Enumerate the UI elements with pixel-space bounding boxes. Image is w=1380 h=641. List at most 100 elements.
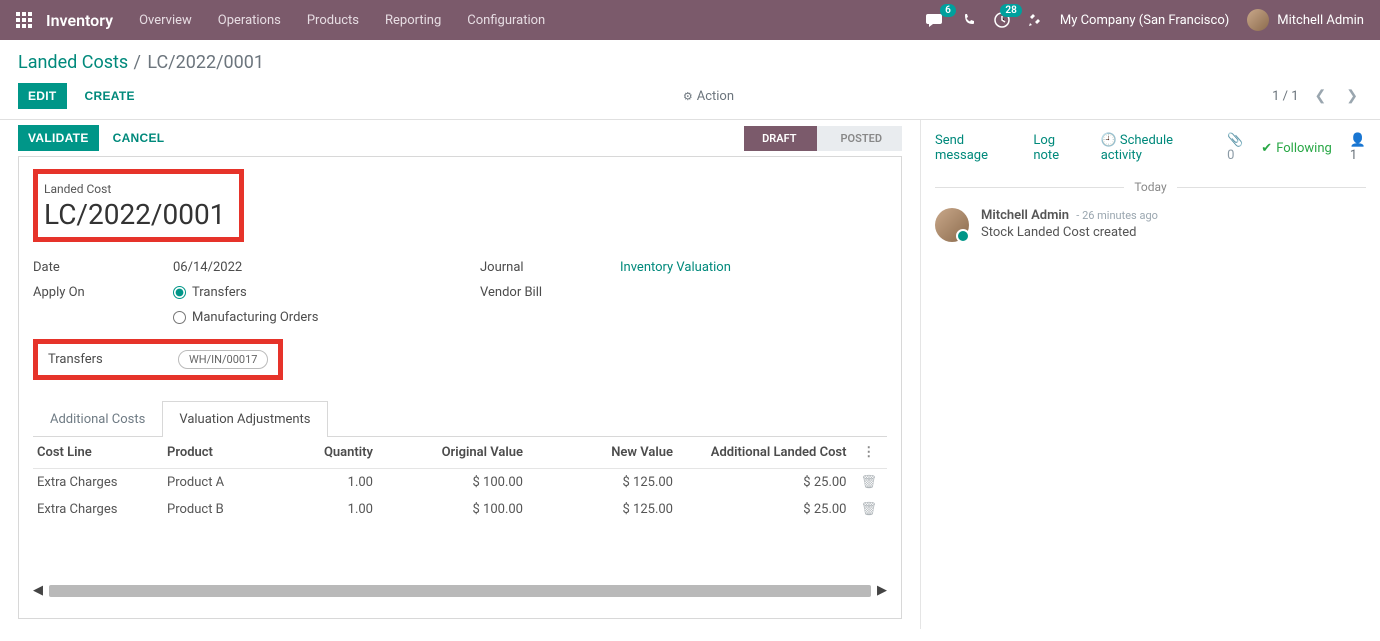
activities-badge: 28 — [1000, 4, 1021, 17]
nav-menu: Overview Operations Products Reporting C… — [139, 13, 926, 28]
th-new-value[interactable]: New Value — [533, 437, 683, 469]
th-cost-line[interactable]: Cost Line — [33, 437, 163, 469]
stage-draft[interactable]: Draft — [744, 126, 816, 151]
send-message-button[interactable]: Send message — [935, 133, 1011, 163]
title-label: Landed Cost — [44, 182, 225, 196]
status-bar: Validate Cancel Draft Posted — [18, 120, 920, 156]
message-author[interactable]: Mitchell Admin — [981, 208, 1069, 223]
cell-new-value: $ 125.00 — [533, 469, 683, 497]
breadcrumb-parent[interactable]: Landed Costs — [18, 52, 128, 73]
cell-new-value: $ 125.00 — [533, 496, 683, 523]
validate-button[interactable]: Validate — [18, 125, 99, 151]
app-brand[interactable]: Inventory — [46, 11, 113, 30]
user-name: Mitchell Admin — [1277, 13, 1364, 28]
date-value: 06/14/2022 — [173, 260, 242, 275]
gear-icon: ⚙ — [683, 90, 693, 103]
th-quantity[interactable]: Quantity — [293, 437, 383, 469]
form-sheet: Landed Cost LC/2022/0001 Date 06/14/2022… — [18, 156, 902, 619]
breadcrumb-current: LC/2022/0001 — [147, 52, 264, 73]
date-label: Date — [33, 260, 173, 275]
nav-products[interactable]: Products — [307, 13, 359, 28]
cell-additional: $ 25.00 — [683, 469, 856, 497]
following-button[interactable]: ✔Following — [1261, 141, 1332, 156]
cancel-button[interactable]: Cancel — [113, 125, 175, 151]
user-menu[interactable]: Mitchell Admin — [1247, 9, 1364, 31]
activities-icon[interactable]: 28 — [994, 12, 1010, 28]
check-icon: ✔ — [1261, 141, 1272, 156]
nav-right: 6 28 My Company (San Francisco) Mitchell… — [926, 9, 1364, 31]
cell-quantity: 1.00 — [293, 496, 383, 523]
journal-value[interactable]: Inventory Valuation — [620, 260, 731, 275]
nav-operations[interactable]: Operations — [218, 13, 281, 28]
followers-button[interactable]: 👤1 — [1350, 133, 1366, 163]
nav-reporting[interactable]: Reporting — [385, 13, 441, 28]
top-nav: Inventory Overview Operations Products R… — [0, 0, 1380, 40]
pager: 1 / 1 ❮ ❯ — [1272, 84, 1362, 108]
log-note-button[interactable]: Log note — [1033, 133, 1078, 163]
stage-posted[interactable]: Posted — [817, 126, 903, 151]
action-menu[interactable]: ⚙Action — [145, 89, 1272, 104]
cell-product: Product A — [163, 469, 293, 497]
apps-icon[interactable] — [16, 12, 32, 28]
messages-icon[interactable]: 6 — [926, 12, 944, 28]
breadcrumb-sep: / — [133, 52, 145, 73]
highlight-title: Landed Cost LC/2022/0001 — [33, 169, 244, 242]
th-options[interactable]: ⋮ — [856, 437, 887, 469]
cell-product: Product B — [163, 496, 293, 523]
transfers-label: Transfers — [48, 352, 178, 367]
phone-icon[interactable] — [962, 13, 976, 27]
apply-on-mo-radio[interactable] — [173, 311, 186, 324]
control-bar: Edit Create ⚙Action 1 / 1 ❮ ❯ — [0, 83, 1380, 119]
page-title: LC/2022/0001 — [44, 198, 225, 231]
scroll-track[interactable] — [49, 585, 871, 597]
attachments-button[interactable]: 📎0 — [1227, 133, 1243, 163]
debug-icon[interactable] — [1028, 13, 1042, 27]
chatter-header: Send message Log note 🕘Schedule activity… — [935, 130, 1366, 166]
apply-on-mo-label: Manufacturing Orders — [192, 310, 318, 325]
cell-quantity: 1.00 — [293, 469, 383, 497]
cell-original-value: $ 100.00 — [383, 496, 533, 523]
form-columns: Date 06/14/2022 Apply On Transfers — [33, 260, 887, 380]
edit-button[interactable]: Edit — [18, 83, 67, 109]
table-row[interactable]: Extra ChargesProduct B1.00$ 100.00$ 125.… — [33, 496, 887, 523]
valuation-table: Cost Line Product Quantity Original Valu… — [33, 437, 887, 523]
today-separator: Today — [935, 180, 1366, 194]
paperclip-icon: 📎 — [1227, 133, 1243, 148]
form-pane: Validate Cancel Draft Posted Landed Cost… — [0, 120, 920, 629]
message: Mitchell Admin - 26 minutes ago Stock La… — [935, 208, 1366, 242]
create-button[interactable]: Create — [75, 83, 145, 109]
person-icon: 👤 — [1350, 133, 1366, 148]
tab-additional-costs[interactable]: Additional Costs — [33, 401, 162, 437]
th-additional[interactable]: Additional Landed Cost — [683, 437, 856, 469]
company-switcher[interactable]: My Company (San Francisco) — [1060, 13, 1229, 28]
tab-valuation-adjustments[interactable]: Valuation Adjustments — [162, 401, 327, 437]
nav-configuration[interactable]: Configuration — [467, 13, 545, 28]
chatter: Send message Log note 🕘Schedule activity… — [920, 120, 1380, 629]
cell-original-value: $ 100.00 — [383, 469, 533, 497]
table-row[interactable]: Extra ChargesProduct A1.00$ 100.00$ 125.… — [33, 469, 887, 497]
statusbar: Draft Posted — [744, 126, 902, 151]
message-avatar[interactable] — [935, 208, 969, 242]
th-product[interactable]: Product — [163, 437, 293, 469]
message-body: Stock Landed Cost created — [981, 225, 1158, 240]
apply-on-transfers-radio[interactable] — [173, 286, 186, 299]
schedule-activity-button[interactable]: 🕘Schedule activity — [1101, 133, 1205, 163]
scroll-left-icon[interactable]: ◀ — [33, 583, 43, 598]
apply-on-transfers-label: Transfers — [192, 285, 247, 300]
journal-label: Journal — [480, 260, 620, 275]
clock-icon: 🕘 — [1101, 133, 1117, 148]
cell-cost-line: Extra Charges — [33, 496, 163, 523]
tabs: Additional Costs Valuation Adjustments — [33, 400, 887, 437]
pager-next[interactable]: ❯ — [1342, 84, 1362, 108]
nav-overview[interactable]: Overview — [139, 13, 192, 28]
scroll-right-icon[interactable]: ▶ — [877, 583, 887, 598]
delete-row-icon[interactable]: 🗑 — [856, 496, 887, 523]
pager-prev[interactable]: ❮ — [1311, 84, 1331, 108]
apply-on-label: Apply On — [33, 285, 173, 300]
horizontal-scrollbar[interactable]: ◀ ▶ — [33, 583, 887, 598]
delete-row-icon[interactable]: 🗑 — [856, 469, 887, 497]
avatar — [1247, 9, 1269, 31]
message-time: - 26 minutes ago — [1076, 209, 1158, 222]
th-original-value[interactable]: Original Value — [383, 437, 533, 469]
transfer-tag[interactable]: WH/IN/00017 — [178, 350, 268, 369]
